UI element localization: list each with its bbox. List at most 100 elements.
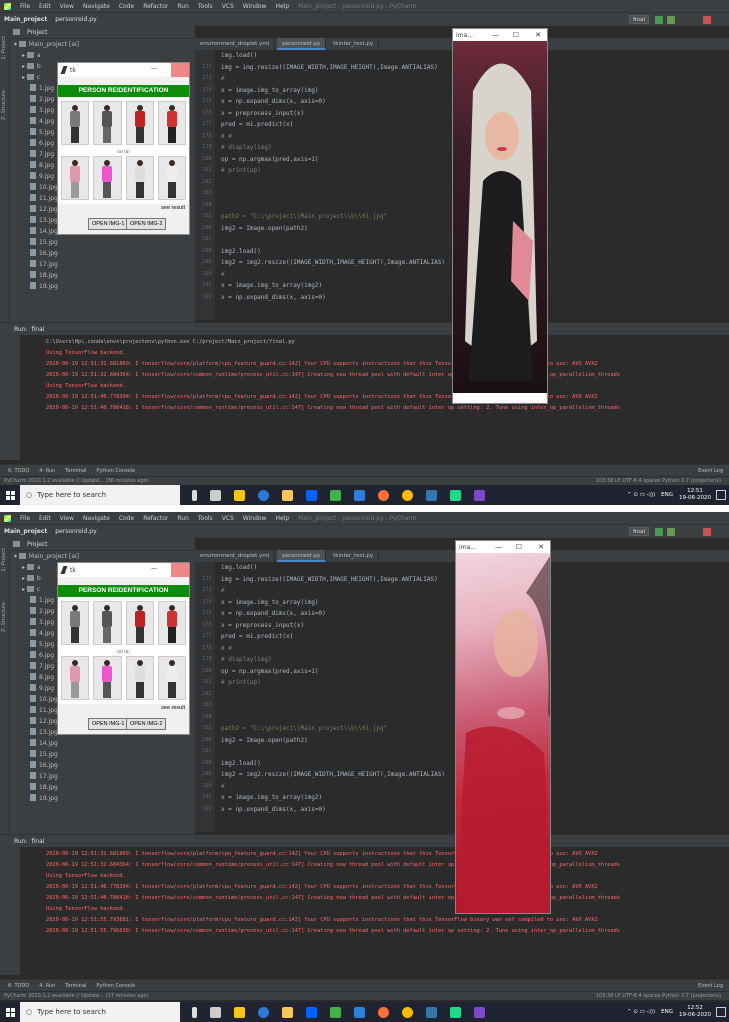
stop-icon[interactable] xyxy=(703,16,711,24)
mail-icon[interactable] xyxy=(354,1006,365,1018)
tab-environment[interactable]: environment_droplet.yml xyxy=(195,38,276,50)
tree-file[interactable]: 19.jpg xyxy=(14,793,195,804)
pycharm-taskbar-icon[interactable] xyxy=(450,1006,461,1018)
menu-help[interactable]: Help xyxy=(275,515,289,522)
menu-navigate[interactable]: Navigate xyxy=(83,515,110,522)
project-panel-title[interactable]: Project xyxy=(27,29,48,36)
tree-root[interactable]: ▾ Main_project [ai] xyxy=(14,39,195,50)
project-tool-tab[interactable]: 1: Project xyxy=(1,36,7,60)
language-indicator[interactable]: ENG xyxy=(661,492,673,498)
tray-icons[interactable]: ⌃ ⊙ ▭ ◁)) xyxy=(627,1009,655,1015)
tab-environment[interactable]: environment_droplet.yml xyxy=(195,550,276,562)
close-icon[interactable] xyxy=(171,63,189,77)
file-explorer-icon[interactable] xyxy=(282,1006,293,1018)
run-console[interactable]: 2020-06-19 12:51:32.681869: I tensorflow… xyxy=(0,847,729,975)
tree-file[interactable]: 15.jpg xyxy=(14,237,195,248)
run-config-select[interactable]: final xyxy=(629,527,649,536)
menu-view[interactable]: View xyxy=(60,515,74,522)
python-idle-icon[interactable] xyxy=(426,489,437,501)
menu-tools[interactable]: Tools xyxy=(198,3,213,10)
minimize-icon[interactable]: — xyxy=(492,29,499,41)
menu-refactor[interactable]: Refactor xyxy=(143,515,168,522)
project-tool-tab[interactable]: 1: Project xyxy=(1,548,7,572)
menu-edit[interactable]: Edit xyxy=(39,3,51,10)
tab-tkinter-test[interactable]: tkinter_test.py xyxy=(328,38,380,50)
tab-personreid[interactable]: personreid.py xyxy=(277,38,327,50)
open-img-2-button[interactable]: OPEN IMG-2 xyxy=(126,218,167,230)
clock[interactable]: 12:51 19-06-2020 xyxy=(679,488,711,502)
chrome-icon[interactable] xyxy=(402,1006,413,1018)
tray-icons[interactable]: ⌃ ⊙ ▭ ◁)) xyxy=(627,492,655,498)
menu-run[interactable]: Run xyxy=(177,3,189,10)
task-view-icon[interactable] xyxy=(210,1006,221,1018)
firefox-icon[interactable] xyxy=(378,489,389,501)
tree-file[interactable]: 17.jpg xyxy=(14,259,195,270)
anaconda-icon[interactable] xyxy=(330,1006,341,1018)
menu-refactor[interactable]: Refactor xyxy=(143,3,168,10)
menu-vcs[interactable]: VCS xyxy=(222,515,234,522)
tree-file[interactable]: 18.jpg xyxy=(14,270,195,281)
language-indicator[interactable]: ENG xyxy=(661,1009,673,1015)
tree-file[interactable]: 16.jpg xyxy=(14,760,195,771)
breadcrumb-file[interactable]: personreid.py xyxy=(55,528,96,535)
event-log[interactable]: Event Log xyxy=(698,983,723,989)
tree-file[interactable]: 17.jpg xyxy=(14,771,195,782)
menu-help[interactable]: Help xyxy=(275,3,289,10)
menu-window[interactable]: Window xyxy=(243,515,267,522)
debug-icon[interactable] xyxy=(667,528,675,536)
microphone-icon[interactable] xyxy=(192,1006,197,1018)
task-view-icon[interactable] xyxy=(210,489,221,501)
store-icon[interactable] xyxy=(234,1006,245,1018)
terminal-tab[interactable]: Terminal xyxy=(65,468,86,474)
open-img-1-button[interactable]: OPEN IMG-1 xyxy=(88,218,129,230)
menu-file[interactable]: File xyxy=(20,3,30,10)
dropbox-icon[interactable] xyxy=(306,489,317,501)
terminal-tab[interactable]: Terminal xyxy=(65,983,86,989)
run-tool-tab[interactable]: 4: Run xyxy=(39,983,55,989)
menu-file[interactable]: File xyxy=(20,515,30,522)
pycharm-taskbar-icon[interactable] xyxy=(450,489,461,501)
menu-run[interactable]: Run xyxy=(177,515,189,522)
notification-icon[interactable] xyxy=(716,1007,726,1017)
todo-tab[interactable]: 6: TODO xyxy=(8,468,29,474)
windows-start-icon[interactable] xyxy=(0,485,20,505)
file-explorer-icon[interactable] xyxy=(282,489,293,501)
taskbar-search[interactable]: ○ Type here to search xyxy=(20,1002,180,1022)
structure-tool-tab[interactable]: Z: Structure xyxy=(1,602,7,632)
menu-window[interactable]: Window xyxy=(243,3,267,10)
todo-tab[interactable]: 6: TODO xyxy=(8,983,29,989)
python-console-tab[interactable]: Python Console xyxy=(96,468,135,474)
tree-folder[interactable]: ▸ a xyxy=(14,50,195,61)
python-idle-icon[interactable] xyxy=(426,1006,437,1018)
notification-icon[interactable] xyxy=(716,490,726,500)
status-message[interactable]: PyCharm 2020.1.2 available // Update... … xyxy=(4,993,149,999)
menu-vcs[interactable]: VCS xyxy=(222,3,234,10)
breadcrumb-file[interactable]: personreid.py xyxy=(55,16,96,23)
close-icon[interactable]: ✕ xyxy=(535,29,541,41)
edge-icon[interactable] xyxy=(258,489,269,501)
structure-tool-tab[interactable]: Z: Structure xyxy=(1,90,7,120)
firefox-icon[interactable] xyxy=(378,1006,389,1018)
mail-icon[interactable] xyxy=(354,489,365,501)
menu-code[interactable]: Code xyxy=(119,3,134,10)
minimize-icon[interactable]: — xyxy=(149,563,159,577)
debug-icon[interactable] xyxy=(667,16,675,24)
minimize-icon[interactable]: — xyxy=(495,541,502,553)
close-icon[interactable]: ✕ xyxy=(538,541,544,553)
feather-app-icon[interactable] xyxy=(474,1006,485,1018)
run-console[interactable]: C:\Users\Hp\.conda\envs\projectenv\pytho… xyxy=(0,335,729,460)
maximize-icon[interactable]: ☐ xyxy=(516,541,522,553)
stop-icon[interactable] xyxy=(703,528,711,536)
menu-navigate[interactable]: Navigate xyxy=(83,3,110,10)
menu-code[interactable]: Code xyxy=(119,515,134,522)
menu-tools[interactable]: Tools xyxy=(198,515,213,522)
breadcrumb-project[interactable]: Main_project xyxy=(4,16,47,23)
clock[interactable]: 12:52 19-06-2020 xyxy=(679,1005,711,1019)
event-log[interactable]: Event Log xyxy=(698,468,723,474)
microphone-icon[interactable] xyxy=(192,489,197,501)
run-icon[interactable] xyxy=(655,16,663,24)
run-config-select[interactable]: final xyxy=(629,15,649,24)
tree-file[interactable]: 15.jpg xyxy=(14,749,195,760)
store-icon[interactable] xyxy=(234,489,245,501)
run-icon[interactable] xyxy=(655,528,663,536)
